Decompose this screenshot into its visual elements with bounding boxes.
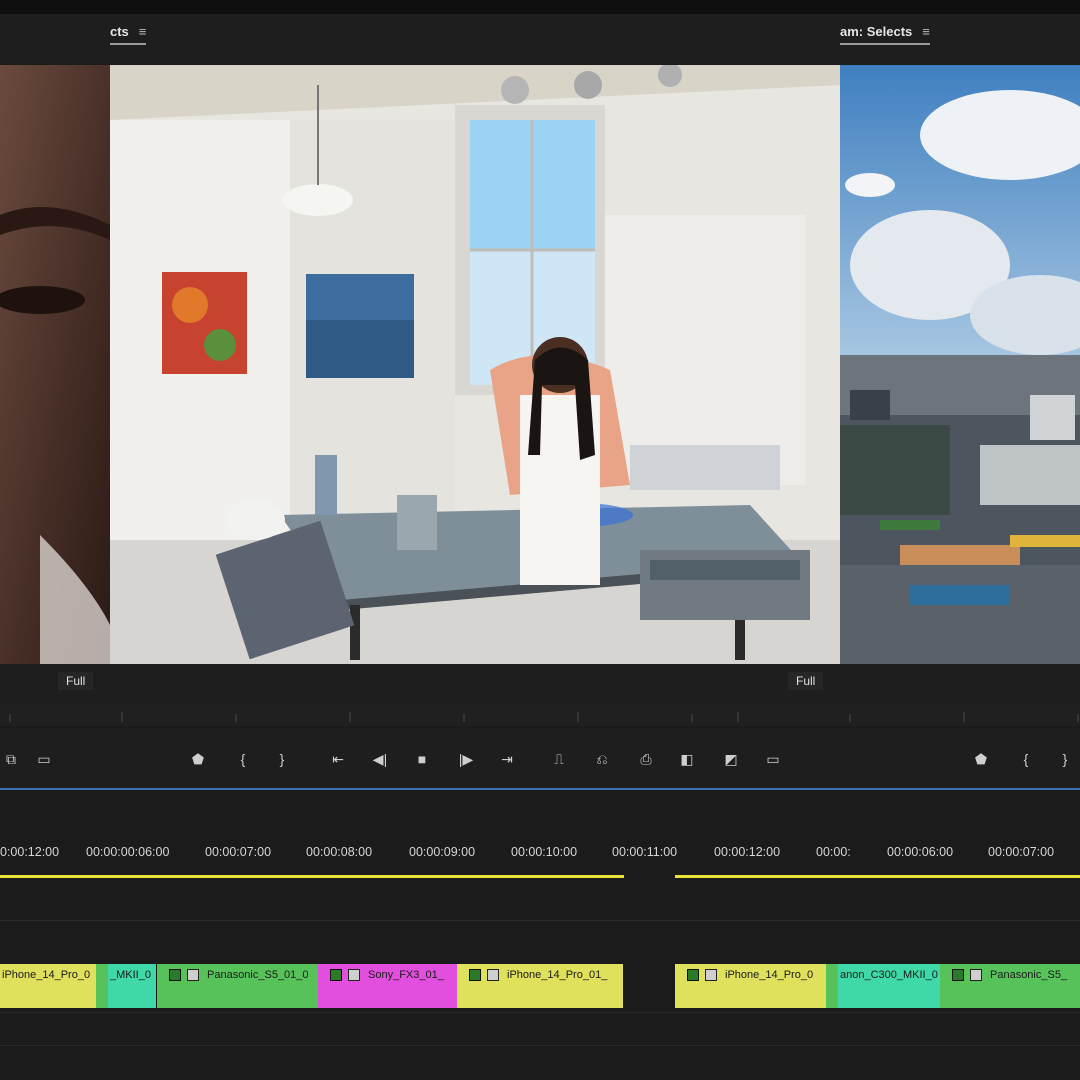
link-icon — [705, 969, 717, 981]
mark-in-icon[interactable]: { — [1015, 748, 1037, 770]
fx-badge-icon — [469, 969, 481, 981]
fx-badge-icon — [952, 969, 964, 981]
track-divider — [0, 1012, 1080, 1013]
go-to-in-icon[interactable]: ⇤ — [327, 748, 349, 770]
link-icon — [970, 969, 982, 981]
timeline-clip[interactable]: anon_C300_MKII_0 — [838, 964, 940, 1008]
clip-label: Panasonic_S5_01_0 — [207, 969, 309, 981]
track-divider — [0, 1045, 1080, 1046]
clip-label: Panasonic_S5_ — [990, 969, 1068, 981]
left-zoom-level[interactable]: Full — [58, 672, 94, 690]
go-to-out-icon[interactable]: ⇥ — [496, 748, 518, 770]
fx-badge-icon — [169, 969, 181, 981]
link-icon — [348, 969, 360, 981]
compare-icon[interactable]: ◧ — [676, 748, 698, 770]
monitor-time-ruler[interactable] — [0, 704, 1080, 726]
marker-icon[interactable]: ⬟ — [187, 748, 209, 770]
mark-in-icon[interactable]: { — [232, 748, 254, 770]
timecode: 00:00:06:00 — [887, 845, 954, 859]
city-frame — [840, 65, 1080, 664]
work-area-bar[interactable] — [675, 875, 1080, 878]
timeline-clip[interactable]: iPhone_14_Pro_0 — [675, 964, 826, 1008]
link-icon — [487, 969, 499, 981]
multicam-icon[interactable]: ▭ — [762, 748, 784, 770]
right-panel-tab[interactable]: am: Selects ≡ — [840, 24, 930, 45]
clip-label: anon_C300_MKII_0 — [840, 969, 938, 981]
timeline-clip[interactable]: Panasonic_S5_01_0 — [157, 964, 318, 1008]
timecode: 00:00:11:00 — [612, 845, 678, 859]
studio-frame — [110, 65, 840, 664]
right-panel-tab-label: am: Selects — [840, 24, 913, 39]
preview-monitor-viewer[interactable] — [840, 65, 1080, 664]
ruler-ticks — [9, 712, 1079, 722]
multicam-icon[interactable]: ▭ — [33, 748, 55, 770]
timecode: 00:00:07:00 — [988, 845, 1055, 859]
clip-label: iPhone_14_Pro_0 — [2, 969, 91, 981]
timeline-clip[interactable]: iPhone_14_Pro_0 — [0, 964, 96, 1008]
timeline-clip[interactable] — [96, 964, 108, 1008]
fx-badge-icon — [330, 969, 342, 981]
settings-icon[interactable]: ⧉ — [0, 748, 22, 770]
program-monitor-viewer[interactable] — [110, 65, 840, 664]
menu-icon[interactable]: ≡ — [139, 24, 147, 39]
clip-label: _MKII_0 — [110, 969, 151, 981]
stop-icon[interactable]: ■ — [411, 748, 433, 770]
timeline-clip[interactable]: iPhone_14_Pro_01_ — [457, 964, 623, 1008]
right-zoom-level[interactable]: Full — [788, 672, 824, 690]
timecode: 00:00:07:00 — [205, 845, 272, 859]
overwrite-icon[interactable]: ⎌ — [591, 748, 613, 770]
left-panel-tab[interactable]: cts ≡ — [110, 24, 147, 45]
camera-icon[interactable]: ⎙ — [635, 748, 657, 770]
clip-label: iPhone_14_Pro_01_ — [507, 969, 608, 981]
menu-icon[interactable]: ≡ — [922, 24, 930, 39]
timecode: 00:00: — [816, 845, 851, 859]
timecode: 0:00:12:00 — [0, 845, 60, 859]
step-back-icon[interactable]: ◀| — [369, 748, 391, 770]
timeline-clip[interactable]: Sony_FX3_01_ — [318, 964, 457, 1008]
mark-out-icon[interactable]: } — [271, 748, 293, 770]
source-monitor-viewer[interactable] — [0, 65, 110, 664]
link-icon — [187, 969, 199, 981]
work-area-bar[interactable] — [0, 875, 624, 878]
marker-icon[interactable]: ⬟ — [970, 748, 992, 770]
panel-tab-bar: cts ≡ am: Selects ≡ — [0, 14, 1080, 64]
face-closeup-frame — [0, 65, 110, 664]
timeline-panel[interactable] — [0, 790, 1080, 1080]
track-divider — [0, 920, 1080, 921]
mark-out-icon[interactable]: } — [1054, 748, 1076, 770]
clip-label: iPhone_14_Pro_0 — [725, 969, 814, 981]
timeline-clip[interactable] — [826, 964, 838, 1008]
timeline-clip[interactable]: Panasonic_S5_ — [940, 964, 1080, 1008]
top-strip — [0, 0, 1080, 14]
fx-badge-icon — [687, 969, 699, 981]
timecode: 00:00:10:00 — [511, 845, 578, 859]
timeline-clip[interactable]: _MKII_0 — [108, 964, 156, 1008]
step-forward-icon[interactable]: |▶ — [455, 748, 477, 770]
monitor-status-row — [0, 664, 1080, 704]
timecode: 00:00:08:00 — [306, 845, 373, 859]
timecode: 00:00:00:06:00 — [86, 845, 170, 859]
insert-icon[interactable]: ⎍ — [548, 748, 570, 770]
clip-label: Sony_FX3_01_ — [368, 969, 444, 981]
left-panel-tab-label: cts — [110, 24, 129, 39]
settings-icon[interactable]: ◩ — [720, 748, 742, 770]
transport-controls — [0, 728, 1080, 788]
timecode: 00:00:12:00 — [714, 845, 781, 859]
timecode: 00:00:09:00 — [409, 845, 476, 859]
